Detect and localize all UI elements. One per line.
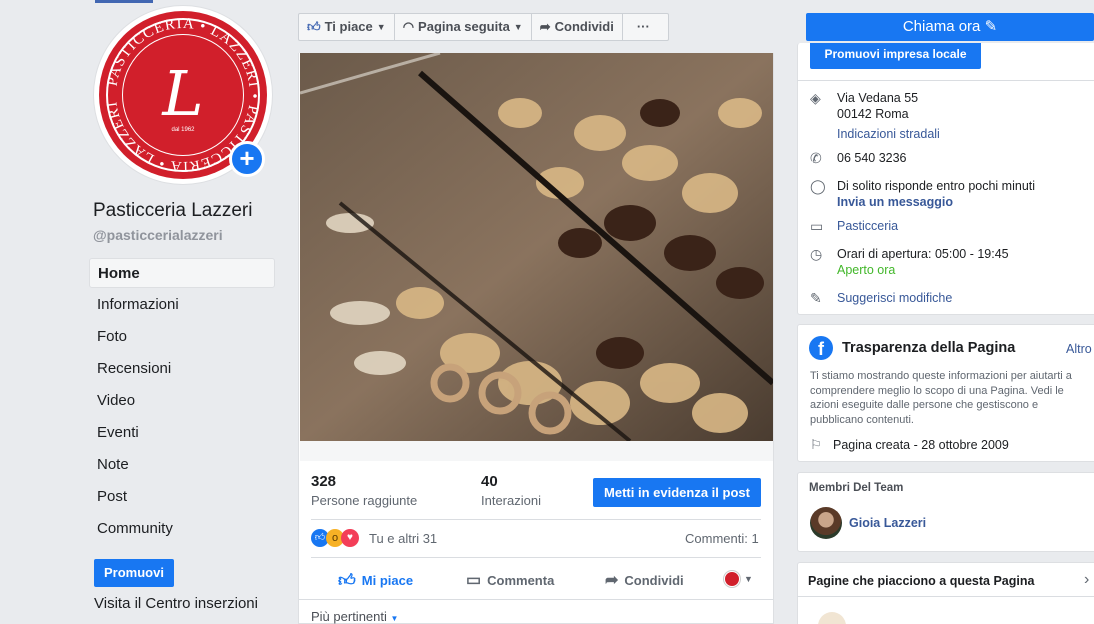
share-page-button[interactable]: ➦ Condividi [532,14,623,40]
page-handle[interactable]: @pasticcerialazzeri [93,227,223,243]
comment-sort-dropdown[interactable]: Più pertinenti ▼ [311,609,398,624]
rss-icon: ◠ [402,19,415,34]
follow-page-label: Pagina seguita [418,19,510,34]
divider [311,519,761,520]
transparency-description: Ti stiamo mostrando queste informazioni … [810,370,1072,426]
nav-note[interactable]: Note [89,450,275,480]
cover-strip [95,0,153,3]
nav-recensioni[interactable]: Recensioni [89,354,275,384]
speech-bubble-icon: ▭ [466,572,482,589]
caret-down-icon: ▼ [390,614,399,623]
boost-post-button[interactable]: Metti in evidenza il post [593,478,761,507]
divider [797,80,1094,81]
pencil-icon: ✎ [984,18,998,35]
post-as-selector[interactable]: ▼ [724,571,753,587]
open-now-status: Aperto ora [837,263,896,277]
nav-home[interactable]: Home [89,258,275,288]
directions-link[interactable]: Indicazioni stradali [837,127,940,141]
nav-community[interactable]: Community [89,514,275,544]
address-line-2: 00142 Roma [837,107,909,121]
clock-icon: ◷ [810,246,823,262]
add-photo-button[interactable]: + [229,141,265,177]
svg-text:dal 1962: dal 1962 [171,127,195,133]
share-arrow-icon: ➦ [539,19,551,34]
team-title: Membri Del Team [809,482,904,494]
comment-button[interactable]: ▭ Commenta [466,570,554,590]
category-link[interactable]: Pasticceria [837,219,898,233]
reach-label: Persone raggiunte [311,493,418,508]
page-title: Pasticceria Lazzeri [93,200,253,221]
phone-number[interactable]: 06 540 3236 [837,151,907,165]
share-post-button[interactable]: ➦ Condividi [605,570,684,590]
promote-local-label: Promuovi impresa locale [824,47,967,61]
svg-text:L: L [161,57,203,130]
team-member-link[interactable]: Gioia Lazzeri [849,516,926,530]
comment-sort-label: Più pertinenti [311,609,387,624]
comment-label: Commenta [487,572,555,588]
like-post-label: Mi piace [361,573,414,588]
liked-pages-card [797,562,1094,624]
response-time: Di solito risponde entro pochi minuti [837,179,1036,193]
facebook-icon: f [809,336,833,360]
share-post-label: Condividi [624,572,684,588]
flag-icon: ⚐ [810,437,822,452]
caret-down-icon: ▼ [744,574,753,584]
liked-pages-title: Pagine che piacciono a questa Pagina [808,574,1035,588]
transparency-title: Trasparenza della Pagina [842,340,1016,356]
promote-button[interactable]: Promuovi [94,559,174,587]
share-page-label: Condividi [554,19,614,34]
follow-page-button[interactable]: ◠ Pagina seguita ▼ [395,14,532,40]
interactions-label: Interazioni [481,493,541,508]
address-line-1: Via Vedana 55 [837,91,919,105]
more-dots-icon: ··· [636,19,650,34]
reaction-icons[interactable]: 👍︎ o ♥ [311,529,359,547]
ads-center-link[interactable]: Visita il Centro inserzioni [94,595,258,612]
divider [299,599,773,600]
reach-value: 328 [311,473,337,490]
phone-icon: ✆ [810,150,822,166]
nav-informazioni[interactable]: Informazioni [89,290,275,320]
opening-hours[interactable]: Orari di apertura: 05:00 - 19:45 [837,247,1009,261]
thumbs-up-icon: 👍︎ [338,571,356,590]
messenger-icon: ◯ [810,178,826,194]
left-sidebar: PASTICCERIA • LAZZERI • PASTICCERIA • LA… [0,0,285,624]
nav-post[interactable]: Post [89,482,275,512]
call-now-label: Chiama ora [902,18,981,35]
nav-video[interactable]: Video [89,386,275,416]
love-reaction-icon: ♥ [341,529,359,547]
thumbs-up-icon: 👍︎ [307,19,321,34]
pastry-display-image [300,53,773,441]
caret-down-icon: ▼ [513,22,523,32]
share-arrow-icon: ➦ [605,572,619,589]
page-avatar-icon [724,571,740,587]
like-page-button[interactable]: 👍︎ Ti piace ▼ [299,14,395,40]
category-tag-icon: ▭ [810,218,824,234]
pencil-icon: ✎ [810,290,822,306]
divider [311,557,761,558]
image-spacer [300,441,773,461]
divider [797,596,1094,597]
suggest-edits-link[interactable]: Suggerisci modifiche [837,291,952,305]
call-now-button[interactable]: Chiama ora ✎ [806,13,1094,41]
reactions-summary[interactable]: Tu e altri 31 [369,531,437,546]
page-action-bar: 👍︎ Ti piace ▼ ◠ Pagina seguita ▼ ➦ Condi… [298,13,669,41]
page-created-date: Pagina creata - 28 ottobre 2009 [833,438,1009,452]
avatar[interactable] [810,507,842,539]
caret-down-icon: ▼ [376,22,386,32]
chevron-right-icon[interactable]: › [1084,571,1089,589]
send-message-link[interactable]: Invia un messaggio [837,195,953,209]
like-page-label: Ti piace [324,19,373,34]
location-pin-icon: ◈ [810,90,821,106]
nav-foto[interactable]: Foto [89,322,275,352]
nav-eventi[interactable]: Eventi [89,418,275,448]
promote-local-button[interactable]: Promuovi impresa locale [810,43,981,69]
more-options-button[interactable]: ··· [623,14,664,40]
transparency-more-link[interactable]: Altro [1066,342,1092,356]
interactions-value: 40 [481,473,498,490]
post-photo[interactable] [300,53,773,441]
comments-count[interactable]: Commenti: 1 [685,531,759,546]
like-post-button[interactable]: 👍︎ Mi piace [338,570,413,591]
